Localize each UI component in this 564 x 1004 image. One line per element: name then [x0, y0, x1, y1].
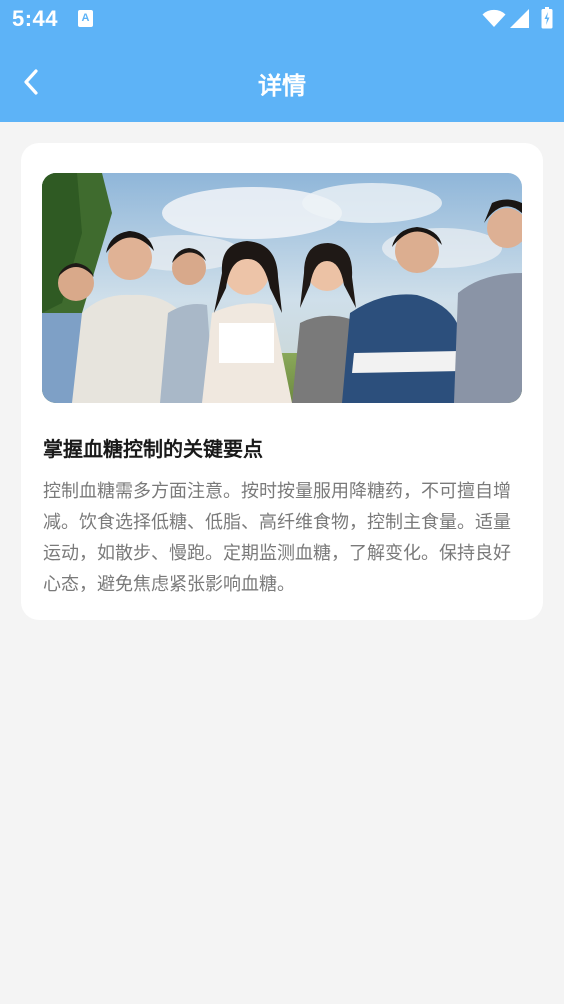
a-icon: A: [78, 10, 93, 27]
signal-icon: [510, 9, 529, 28]
article-body: 控制血糖需多方面注意。按时按量服用降糖药，不可擅自增减。饮食选择低糖、低脂、高纤…: [43, 481, 511, 595]
battery-icon: [541, 7, 553, 29]
app-header: 5:44 A 详情: [0, 0, 564, 122]
article-hero-image: [42, 173, 522, 403]
wifi-icon: [482, 9, 506, 28]
nav-bar: 详情: [0, 50, 564, 114]
status-bar: 5:44 A: [0, 0, 564, 38]
article-title: 掌握血糖控制的关键要点: [43, 437, 263, 461]
article-card: 掌握血糖控制的关键要点 控制血糖需多方面注意。按时按量服用降糖药，不可擅自增减。…: [21, 143, 543, 620]
page-title: 详情: [258, 72, 306, 100]
status-time: 5:44: [12, 6, 59, 31]
